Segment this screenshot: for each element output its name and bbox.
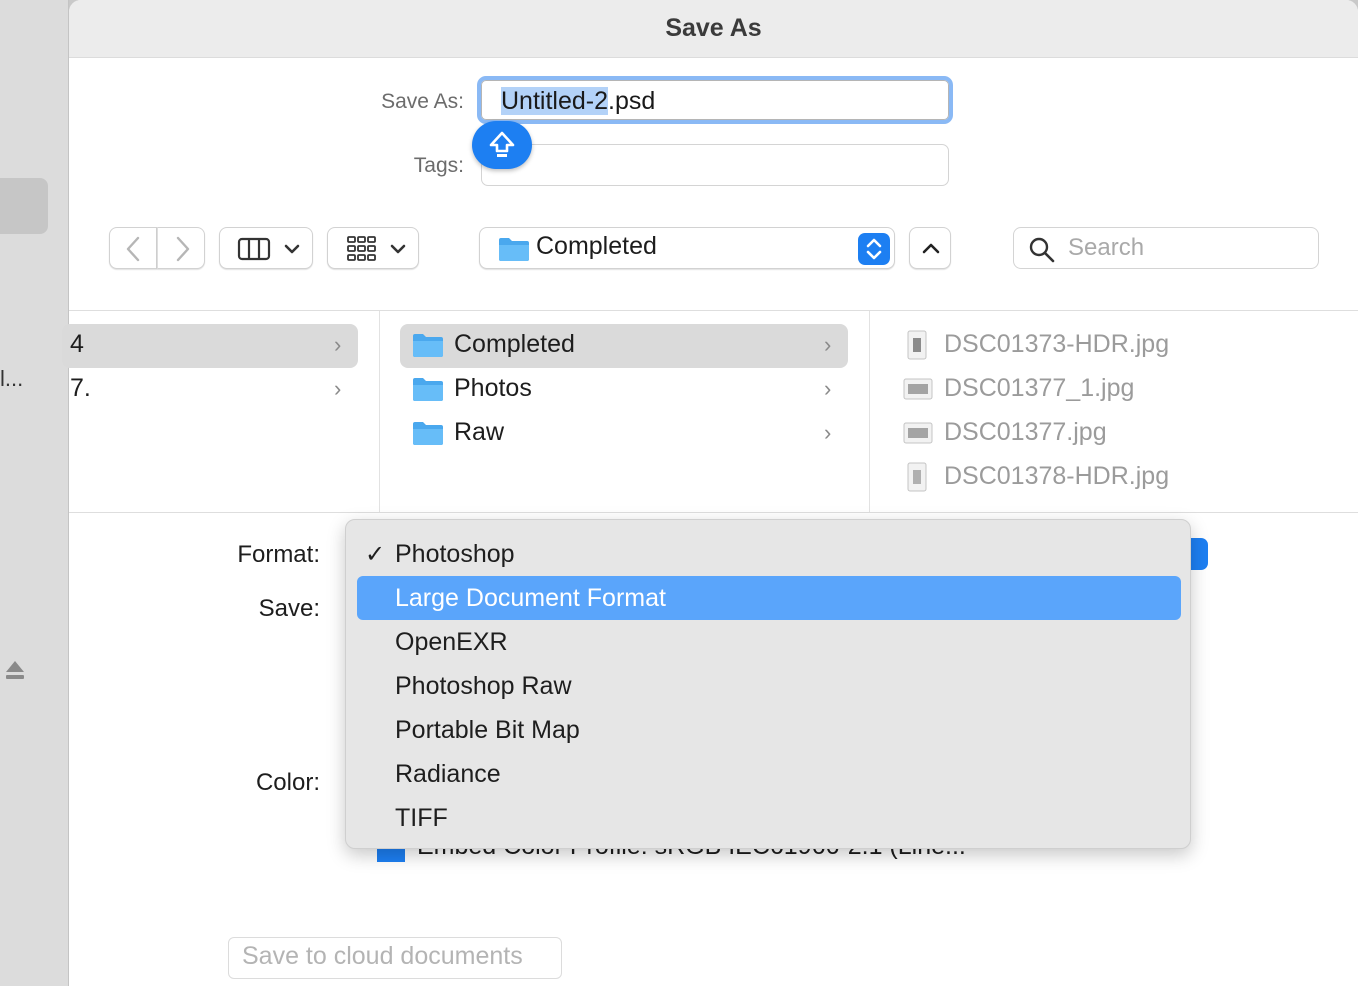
save-to-cloud-label: Save to cloud documents — [242, 942, 523, 970]
image-file-icon — [903, 378, 933, 400]
format-menu: ✓ Photoshop Large Document Format OpenEX… — [345, 519, 1191, 849]
format-label: Format: — [237, 541, 320, 568]
view-mode-button[interactable] — [219, 227, 313, 269]
menu-item-label: Photoshop — [395, 540, 515, 568]
chevron-up-icon — [922, 243, 940, 254]
list-item-label: 4 — [70, 330, 84, 358]
menu-item-label: Radiance — [395, 760, 501, 788]
folder-icon — [499, 238, 529, 261]
caps-lock-indicator — [472, 121, 532, 169]
search-icon — [1029, 237, 1055, 263]
sidebar-item-label[interactable]: l... — [0, 366, 23, 392]
folder-label: Photos — [454, 374, 532, 402]
divider — [69, 310, 1358, 311]
menu-item-label: Photoshop Raw — [395, 672, 572, 700]
folder-label: Raw — [454, 418, 505, 446]
divider — [69, 512, 1358, 513]
forward-button[interactable] — [157, 227, 205, 269]
chevron-right-icon: › — [824, 376, 832, 401]
menu-item-label: TIFF — [395, 804, 448, 832]
folder-label: Completed — [454, 330, 575, 358]
file-label: DSC01377.jpg — [944, 418, 1107, 446]
menu-item-large-document-format[interactable]: Large Document Format — [357, 576, 1181, 620]
column-divider — [869, 311, 870, 512]
tags-label: Tags: — [413, 154, 464, 177]
menu-item-photoshop-raw[interactable]: Photoshop Raw — [357, 664, 1181, 708]
image-file-icon — [907, 330, 927, 360]
chevron-right-icon: › — [824, 332, 832, 357]
chevron-down-icon — [284, 244, 300, 254]
search-placeholder: Search — [1068, 234, 1145, 261]
sidebar-selected-item[interactable] — [0, 178, 48, 234]
file-label: DSC01377_1.jpg — [944, 374, 1135, 402]
filename-input[interactable]: Untitled-2.psd — [477, 76, 953, 124]
menu-item-portable-bit-map[interactable]: Portable Bit Map — [357, 708, 1181, 752]
filename-extension: .psd — [608, 87, 656, 115]
chevron-down-icon — [390, 244, 406, 254]
save-as-label: Save As: — [381, 90, 464, 113]
image-file-icon — [903, 422, 933, 444]
tags-input[interactable] — [481, 144, 949, 186]
list-item-label: 7. — [70, 374, 91, 402]
up-down-chevron-icon — [866, 238, 882, 260]
columns-view-icon — [237, 237, 271, 261]
menu-item-tiff[interactable]: TIFF — [357, 796, 1181, 840]
menu-item-photoshop[interactable]: ✓ Photoshop — [357, 532, 1181, 576]
column-divider — [379, 311, 380, 512]
caps-lock-icon — [489, 131, 515, 157]
location-stepper[interactable] — [858, 233, 890, 265]
sidebar — [0, 0, 69, 986]
grid-icon — [347, 236, 376, 261]
back-button[interactable] — [109, 227, 157, 269]
location-label: Completed — [536, 232, 657, 260]
menu-item-label: Portable Bit Map — [395, 716, 580, 744]
menu-item-label: Large Document Format — [395, 584, 666, 612]
group-by-button[interactable] — [327, 227, 419, 269]
list-item[interactable] — [62, 368, 358, 412]
list-item[interactable] — [62, 324, 358, 368]
folder-icon — [413, 422, 443, 445]
filename-selected-text: Untitled-2 — [501, 87, 608, 115]
save-label: Save: — [258, 595, 320, 622]
search-input[interactable] — [1013, 227, 1319, 269]
color-label: Color: — [255, 769, 320, 796]
chevron-right-icon: › — [824, 420, 832, 445]
menu-item-radiance[interactable]: Radiance — [357, 752, 1181, 796]
chevron-right-icon: › — [334, 332, 342, 357]
file-label: DSC01373-HDR.jpg — [944, 330, 1170, 358]
dialog-title: Save As — [665, 14, 762, 42]
collapse-browser-button[interactable] — [909, 227, 951, 269]
menu-item-openexr[interactable]: OpenEXR — [357, 620, 1181, 664]
chevron-right-icon: › — [334, 376, 342, 401]
chevron-left-icon — [126, 236, 140, 262]
eject-icon[interactable] — [4, 658, 26, 682]
checkmark-icon: ✓ — [365, 541, 386, 568]
menu-item-label: OpenEXR — [395, 628, 508, 656]
folder-icon — [413, 334, 443, 357]
chevron-right-icon — [176, 236, 190, 262]
folder-icon — [413, 378, 443, 401]
file-label: DSC01378-HDR.jpg — [944, 462, 1170, 490]
image-file-icon — [907, 462, 927, 492]
